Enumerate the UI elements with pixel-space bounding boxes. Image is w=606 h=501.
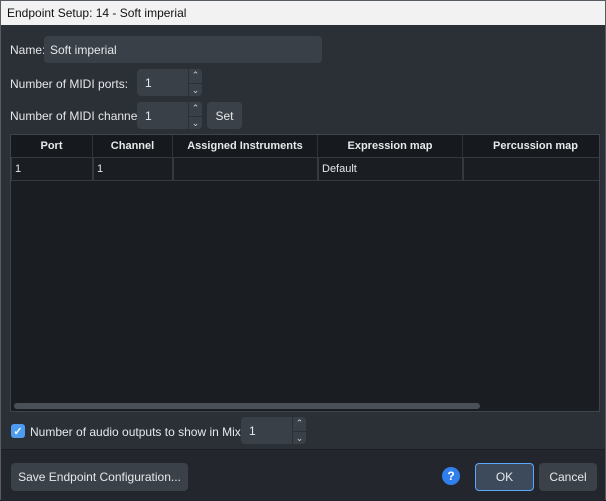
- midi-channels-label: Number of MIDI channels:: [10, 109, 150, 123]
- question-icon[interactable]: ?: [442, 467, 460, 485]
- cell-expression-map[interactable]: Default: [318, 157, 463, 181]
- checkmark-icon[interactable]: ✓: [11, 424, 25, 438]
- cell-assigned-instruments[interactable]: [173, 157, 318, 181]
- chevron-up-icon[interactable]: ⌃: [188, 102, 202, 117]
- midi-ports-label: Number of MIDI ports:: [10, 77, 129, 91]
- name-field[interactable]: Soft imperial: [44, 36, 322, 63]
- window-title: Endpoint Setup: 14 - Soft imperial: [7, 6, 187, 20]
- audio-outputs-value: 1: [249, 423, 256, 438]
- title-bar: Endpoint Setup: 14 - Soft imperial: [1, 1, 605, 25]
- horizontal-scrollbar[interactable]: [14, 403, 480, 409]
- midi-channels-stepper[interactable]: 1 ⌃ ⌄: [137, 102, 202, 130]
- name-label: Name:: [10, 43, 46, 57]
- set-button[interactable]: Set: [207, 102, 242, 129]
- midi-channels-spin: ⌃ ⌄: [188, 102, 202, 130]
- name-value: Soft imperial: [50, 42, 117, 57]
- col-header-percussion-map[interactable]: Percussion map: [463, 135, 599, 157]
- chevron-down-icon[interactable]: ⌄: [188, 116, 202, 130]
- endpoint-table: Port Channel Assigned Instruments Expres…: [10, 134, 600, 412]
- cell-percussion-map[interactable]: [463, 157, 599, 181]
- col-header-channel[interactable]: Channel: [93, 135, 173, 157]
- save-endpoint-config-button[interactable]: Save Endpoint Configuration...: [11, 463, 188, 491]
- chevron-down-icon[interactable]: ⌄: [292, 431, 306, 445]
- ok-button[interactable]: OK: [475, 463, 534, 491]
- chevron-down-icon[interactable]: ⌄: [188, 83, 202, 97]
- col-header-expression-map[interactable]: Expression map: [318, 135, 463, 157]
- chevron-up-icon[interactable]: ⌃: [188, 69, 202, 84]
- midi-channels-value: 1: [145, 108, 152, 123]
- cancel-button[interactable]: Cancel: [539, 463, 597, 491]
- col-header-assigned-instruments[interactable]: Assigned Instruments: [173, 135, 318, 157]
- table-row[interactable]: 1 1 Default: [11, 157, 599, 181]
- cell-channel[interactable]: 1: [93, 157, 173, 181]
- chevron-up-icon[interactable]: ⌃: [292, 417, 306, 432]
- cell-port[interactable]: 1: [11, 157, 93, 181]
- table-header: Port Channel Assigned Instruments Expres…: [11, 135, 599, 157]
- audio-outputs-label: Number of audio outputs to show in Mixer…: [30, 425, 255, 439]
- col-header-port[interactable]: Port: [11, 135, 93, 157]
- audio-outputs-spin: ⌃ ⌄: [292, 417, 306, 445]
- midi-ports-spin: ⌃ ⌄: [188, 69, 202, 97]
- midi-ports-stepper[interactable]: 1 ⌃ ⌄: [137, 69, 202, 97]
- audio-outputs-stepper[interactable]: 1 ⌃ ⌄: [241, 417, 306, 445]
- endpoint-setup-dialog: Endpoint Setup: 14 - Soft imperial Name:…: [0, 0, 606, 501]
- midi-ports-value: 1: [145, 75, 152, 90]
